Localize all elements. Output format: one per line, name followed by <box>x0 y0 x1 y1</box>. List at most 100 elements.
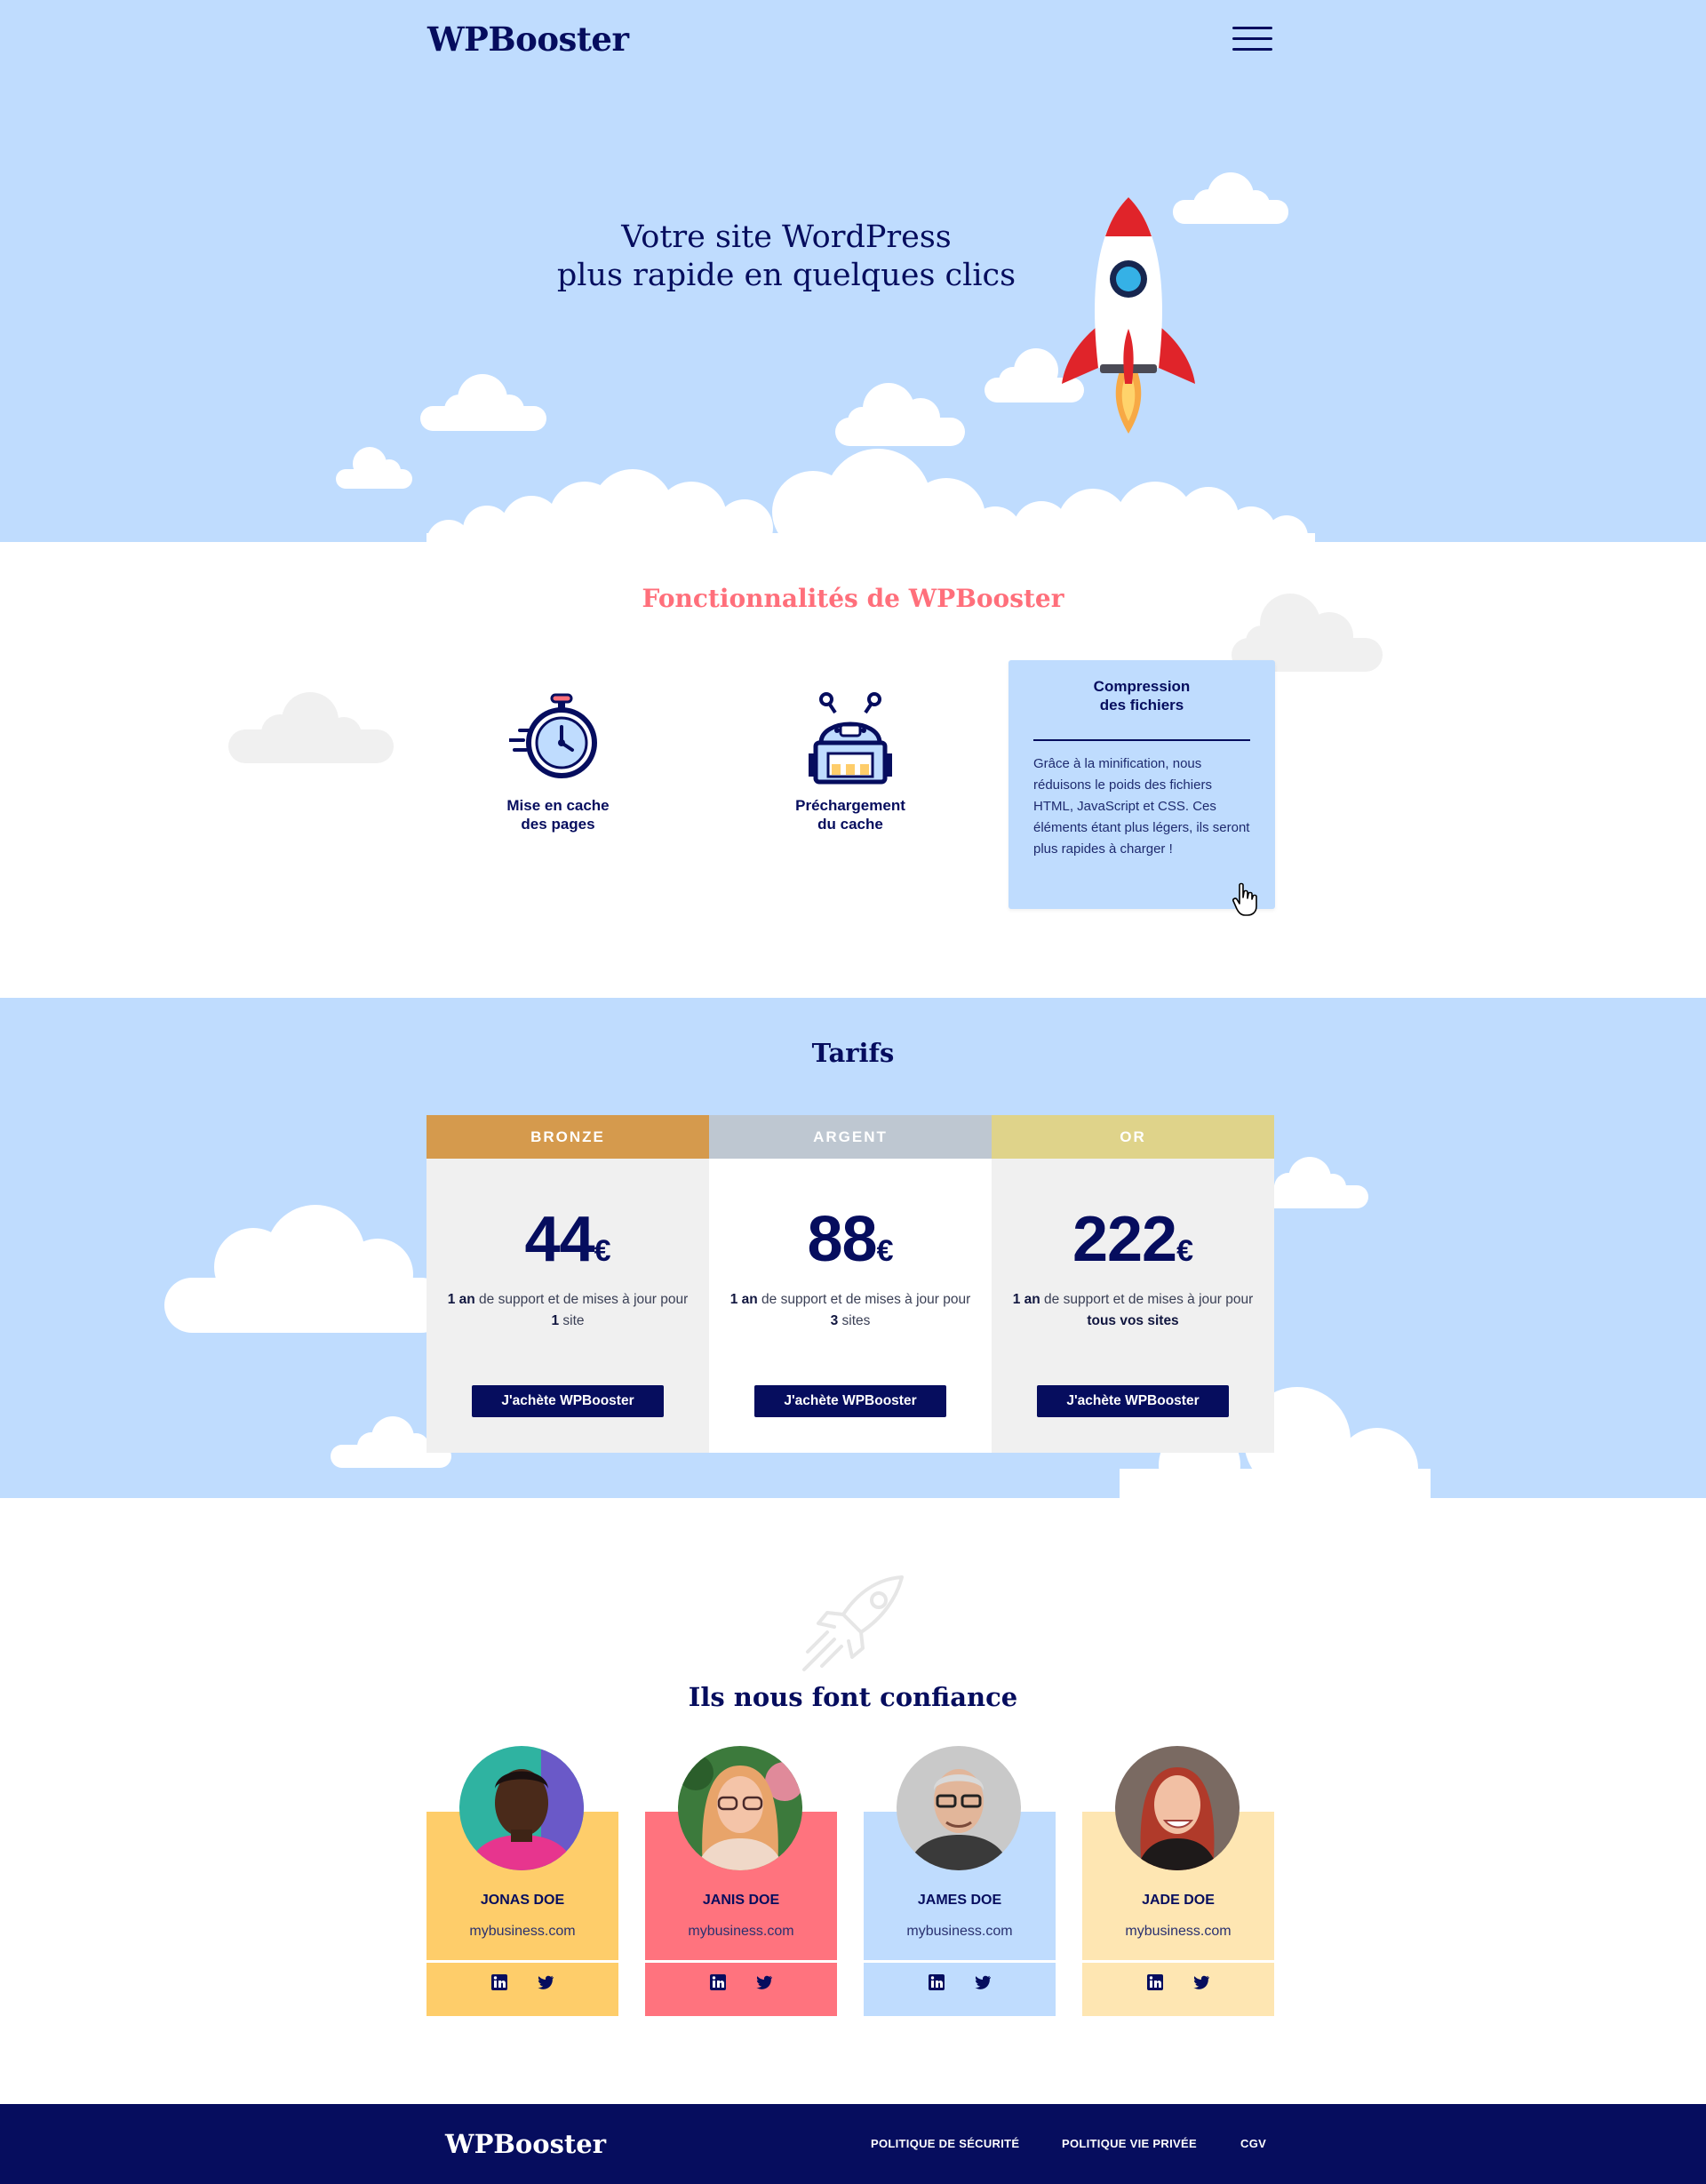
desc-sites: tous vos sites <box>1087 1313 1179 1328</box>
person-website[interactable]: mybusiness.com <box>864 1924 1056 1940</box>
price-currency: € <box>1176 1234 1194 1268</box>
hero-title-line1: Votre site WordPress <box>621 219 952 255</box>
plan-body: 88€ 1 an de support et de mises à jour p… <box>709 1159 992 1453</box>
social-links <box>1082 1973 1274 1991</box>
buy-argent-button[interactable]: J'achète WPBooster <box>754 1385 946 1417</box>
twitter-icon[interactable] <box>755 1973 773 1991</box>
plan-or: OR 222€ 1 an de support et de mises à jo… <box>992 1115 1274 1453</box>
testimonial-card: JANIS DOE mybusiness.com <box>645 1746 837 2016</box>
desc-text-end: site <box>559 1313 585 1328</box>
price-currency: € <box>876 1234 894 1268</box>
desc-duration: 1 an <box>729 1292 758 1307</box>
footer-link-security-policy[interactable]: POLITIQUE DE SÉCURITÉ <box>871 2137 1019 2150</box>
avatar <box>897 1746 1021 1870</box>
price-currency: € <box>594 1234 611 1268</box>
feature-cache-preload[interactable]: Préchargement du cache <box>779 691 921 833</box>
desc-text: de support et de mises à jour pour <box>474 1292 689 1307</box>
person-website[interactable]: mybusiness.com <box>645 1924 837 1940</box>
plan-bronze: BRONZE 44€ 1 an de support et de mises à… <box>426 1115 709 1453</box>
pricing-title: Tarifs <box>811 1038 895 1068</box>
features-section: Fonctionnalités de WPBooster Mise en cac… <box>0 542 1706 998</box>
desc-sites: 1 <box>551 1313 560 1328</box>
feature-card-compression[interactable]: Compression des fichiers Grâce à la mini… <box>1008 660 1275 909</box>
linkedin-icon[interactable] <box>1146 1973 1164 1991</box>
feature-page-cache[interactable]: Mise en cache des pages <box>487 691 629 833</box>
plan-price: 222€ <box>992 1203 1274 1276</box>
feature-label: Mise en cache des pages <box>506 797 610 833</box>
cloud-decoration <box>164 1205 449 1333</box>
plan-description: 1 an de support et de mises à jour pour … <box>727 1289 974 1332</box>
price-value: 44 <box>524 1204 594 1275</box>
social-links <box>864 1973 1056 1991</box>
plan-name: OR <box>992 1115 1274 1159</box>
footer-logo[interactable]: WPBooster <box>445 2129 606 2159</box>
avatar <box>678 1746 802 1870</box>
person-name: JAMES DOE <box>917 1893 1002 1908</box>
hand-cursor-icon <box>1232 882 1257 916</box>
plan-name: BRONZE <box>426 1115 709 1159</box>
divider <box>645 1960 837 1963</box>
feature-card-text: Grâce à la minification, nous réduisons … <box>1033 756 1250 857</box>
person-website[interactable]: mybusiness.com <box>1082 1924 1274 1940</box>
desc-text-end: sites <box>838 1313 871 1328</box>
social-links <box>645 1973 837 1991</box>
plan-body: 222€ 1 an de support et de mises à jour … <box>992 1159 1274 1453</box>
testimonial-card: JONAS DOE mybusiness.com <box>426 1746 618 2016</box>
testimonial-card: JAMES DOE mybusiness.com <box>864 1746 1056 2016</box>
plan-argent: ARGENT 88€ 1 an de support et de mises à… <box>709 1115 992 1453</box>
feature-label: Préchargement du cache <box>795 797 905 833</box>
buy-bronze-button[interactable]: J'achète WPBooster <box>472 1385 664 1417</box>
social-links <box>426 1973 618 1991</box>
testimonials-section: Ils nous font confiance JONAS DOE mybusi… <box>0 1498 1706 2104</box>
site-logo[interactable]: WPBooster <box>427 20 629 59</box>
person-website[interactable]: mybusiness.com <box>426 1924 618 1940</box>
linkedin-icon[interactable] <box>928 1973 945 1991</box>
desc-sites: 3 <box>830 1313 839 1328</box>
rocket-icon <box>1062 197 1195 434</box>
price-value: 88 <box>807 1204 877 1275</box>
plan-description: 1 an de support et de mises à jour pour … <box>444 1289 691 1332</box>
clouds-horizon <box>426 449 1315 542</box>
hero-section: WPBooster Votre site WordPress plus rapi… <box>0 0 1706 542</box>
desc-text: de support et de mises à jour pour <box>1040 1292 1254 1307</box>
buy-or-button[interactable]: J'achète WPBooster <box>1037 1385 1229 1417</box>
twitter-icon[interactable] <box>537 1973 554 1991</box>
cloud-decoration <box>835 383 965 446</box>
twitter-icon[interactable] <box>1192 1973 1210 1991</box>
plan-price: 44€ <box>426 1203 709 1276</box>
divider <box>426 1960 618 1963</box>
linkedin-icon[interactable] <box>490 1973 508 1991</box>
stopwatch-icon <box>509 693 597 778</box>
footer-link-cgv[interactable]: CGV <box>1240 2137 1266 2150</box>
cloud-decoration <box>228 692 394 763</box>
footer-link-privacy-policy[interactable]: POLITIQUE VIE PRIVÉE <box>1062 2137 1197 2150</box>
linkedin-icon[interactable] <box>709 1973 727 1991</box>
testimonials-title: Ils nous font confiance <box>688 1682 1018 1712</box>
divider <box>1033 739 1250 741</box>
person-name: JADE DOE <box>1142 1893 1215 1908</box>
testimonial-card: JADE DOE mybusiness.com <box>1082 1746 1274 2016</box>
price-value: 222 <box>1072 1204 1177 1275</box>
desc-duration: 1 an <box>1012 1292 1040 1307</box>
footer: WPBooster POLITIQUE DE SÉCURITÉ POLITIQU… <box>0 2104 1706 2184</box>
plan-name: ARGENT <box>709 1115 992 1159</box>
desc-text: de support et de mises à jour pour <box>757 1292 971 1307</box>
features-title: Fonctionnalités de WPBooster <box>642 584 1064 613</box>
avatar <box>1115 1746 1240 1870</box>
cloud-decoration <box>420 374 546 431</box>
feature-card-title: Compression des fichiers <box>1093 678 1191 713</box>
person-name: JANIS DOE <box>702 1893 780 1908</box>
plan-description: 1 an de support et de mises à jour pour … <box>1009 1289 1256 1332</box>
divider <box>864 1960 1056 1963</box>
hero-title-line2: plus rapide en quelques clics <box>556 258 1016 293</box>
rocket-outline-icon <box>802 1575 904 1671</box>
person-name: JONAS DOE <box>480 1893 565 1908</box>
hamburger-menu-icon[interactable] <box>1232 27 1272 52</box>
robot-icon <box>809 692 892 785</box>
plan-price: 88€ <box>709 1203 992 1276</box>
pricing-section: Tarifs BRONZE 44€ 1 an de support et de … <box>0 998 1706 1498</box>
twitter-icon[interactable] <box>974 1973 992 1991</box>
hero-title: Votre site WordPress plus rapide en quel… <box>498 219 1075 295</box>
divider <box>1082 1960 1274 1963</box>
plan-body: 44€ 1 an de support et de mises à jour p… <box>426 1159 709 1453</box>
